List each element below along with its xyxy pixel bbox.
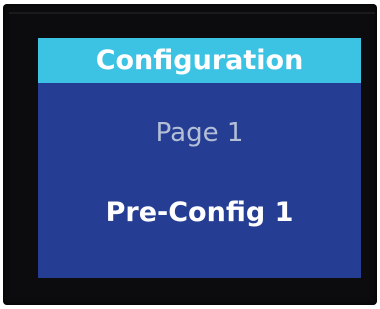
bezel-edge bbox=[9, 12, 375, 14]
screen-title: Configuration bbox=[95, 45, 304, 76]
lcd-screen: Configuration Page 1 Pre-Config 1 bbox=[38, 38, 361, 278]
page-indicator: Page 1 bbox=[155, 118, 244, 148]
selected-config[interactable]: Pre-Config 1 bbox=[38, 197, 361, 228]
title-bar: Configuration bbox=[38, 38, 361, 83]
